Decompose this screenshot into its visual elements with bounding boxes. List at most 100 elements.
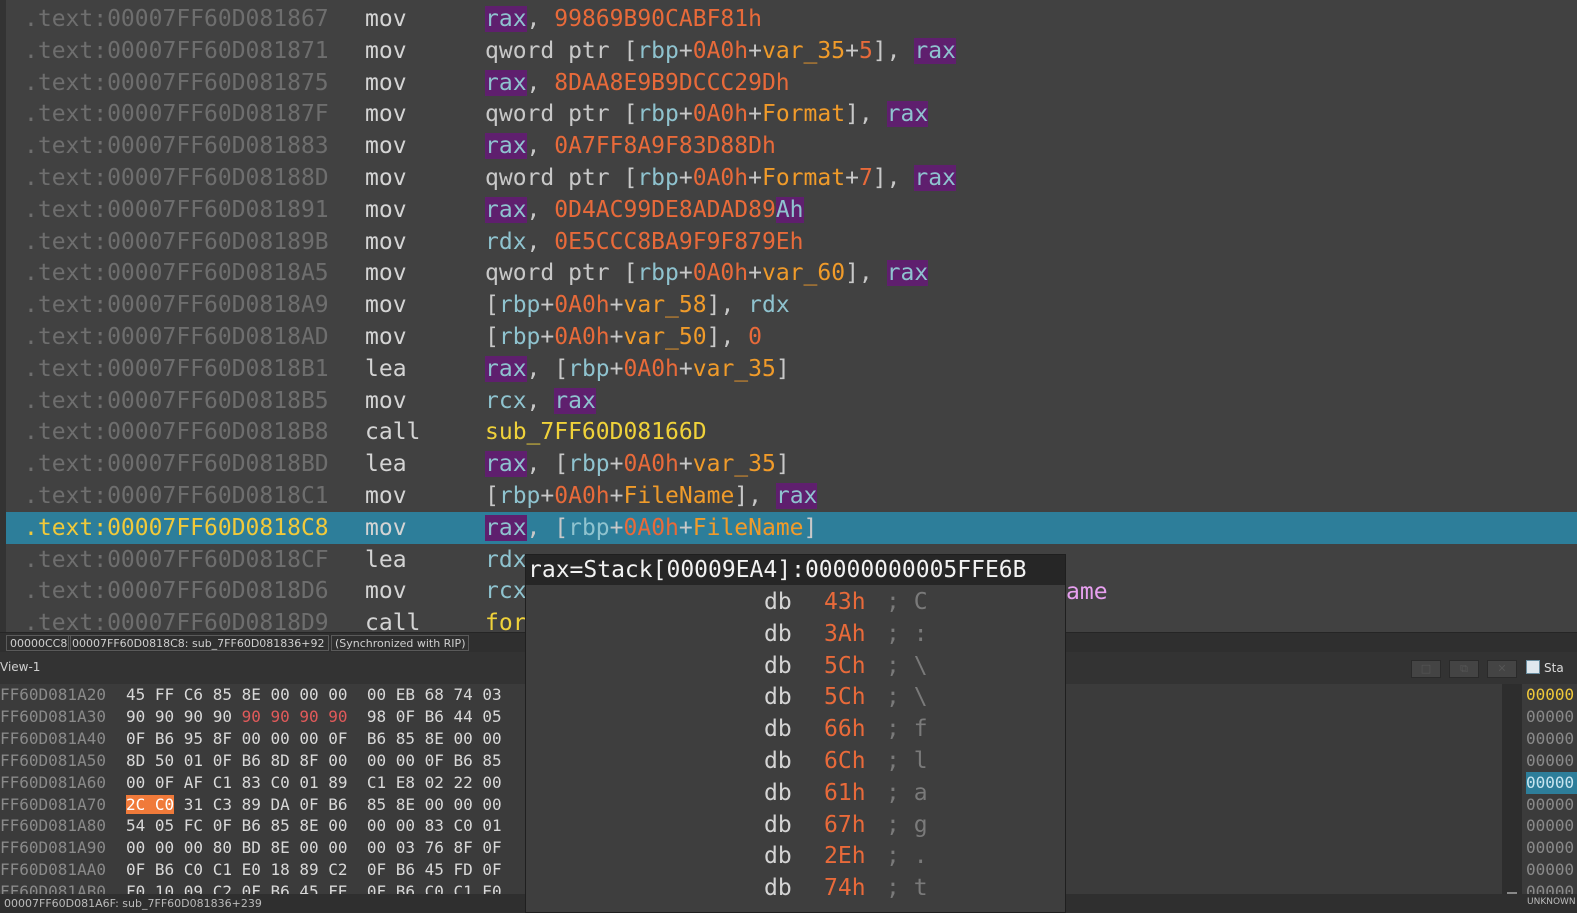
- asm-address[interactable]: .text:00007FF60D0818A9: [24, 289, 329, 321]
- asm-address[interactable]: .text:00007FF60D081867: [24, 3, 329, 35]
- hex-bytes[interactable]: 0F B6 C0 C1 E0 18 89 C2 0F B6 45 FD 0F: [126, 859, 502, 881]
- asm-mnemonic: lea: [365, 546, 407, 573]
- asm-address[interactable]: .text:00007FF60D0818C1: [24, 480, 329, 512]
- hex-bytes[interactable]: 0F B6 95 8F 00 00 00 0F B6 85 8E 00 00: [126, 728, 502, 750]
- stack-row[interactable]: 00000: [1526, 794, 1574, 816]
- asm-mnemonic: mov: [365, 133, 407, 160]
- asm-line[interactable]: .text:00007FF60D0818A9 mov [rbp+0A0h+var_5…: [6, 289, 1577, 321]
- asm-line[interactable]: .text:00007FF60D08187F mov qword ptr [rbp+…: [6, 98, 1577, 130]
- asm-line[interactable]: .text:00007FF60D08188D mov qword ptr [rbp+…: [6, 162, 1577, 194]
- operand-token: 0A0h: [623, 355, 679, 382]
- asm-line[interactable]: .text:00007FF60D0818BD lea rax, [rbp+0A0h+…: [6, 448, 1577, 480]
- asm-line[interactable]: .text:00007FF60D081871 mov qword ptr [rbp+…: [6, 35, 1577, 67]
- stack-row[interactable]: 00000: [1526, 815, 1574, 837]
- hex-bytes[interactable]: 2C C0 31 C3 89 DA 0F B6 85 8E 00 00 00: [126, 794, 502, 816]
- asm-address[interactable]: .text:00007FF60D0818AD: [24, 321, 329, 353]
- hex-byte-group[interactable]: 8D 50 01 0F B6 8D 8F 00 00 00 0F B6 85: [126, 751, 502, 770]
- hex-byte-group[interactable]: 00 00 00 80 BD 8E 00 00 00 03 76 8F 0F: [126, 838, 502, 857]
- asm-line[interactable]: .text:00007FF60D0818A5 mov qword ptr [rbp+…: [6, 257, 1577, 289]
- operand-token: +: [678, 355, 693, 382]
- hex-byte-group[interactable]: 0F B6 95 8F 00 00 00 0F B6 85 8E 00 00: [126, 729, 502, 748]
- restore-icon[interactable]: □: [1411, 660, 1441, 678]
- asm-address[interactable]: .text:00007FF60D0818BD: [24, 448, 329, 480]
- asm-line[interactable]: .text:00007FF60D081891 mov rax, 0D4AC99DE8…: [6, 194, 1577, 226]
- asm-address[interactable]: .text:00007FF60D0818A5: [24, 257, 329, 289]
- asm-address[interactable]: .text:00007FF60D0818B1: [24, 353, 329, 385]
- disassembly-view[interactable]: .text:00007FF60D081867 mov rax, 99869B90CA…: [0, 0, 1577, 632]
- asm-line[interactable]: .text:00007FF60D0818B8 call sub_7FF60D0816…: [6, 416, 1577, 448]
- hex-bytes[interactable]: 8D 50 01 0F B6 8D 8F 00 00 00 0F B6 85: [126, 750, 502, 772]
- operand-token: ],: [872, 165, 915, 191]
- register: rax: [914, 37, 956, 64]
- hint-directive: db: [764, 843, 792, 870]
- hex-bytes[interactable]: 00 00 00 80 BD 8E 00 00 00 03 76 8F 0F: [126, 837, 502, 859]
- asm-line[interactable]: .text:00007FF60D081875 mov rax, 8DAA8E9B9D…: [6, 67, 1577, 99]
- asm-address[interactable]: .text:00007FF60D08188D: [24, 162, 329, 194]
- asm-operands: qword ptr [rbp+0A0h+Format], rax: [485, 98, 929, 130]
- hex-bytes[interactable]: F0 10 09 C2 0F B6 45 FE 0F B6 C0 C1 E0: [126, 881, 502, 894]
- asm-line[interactable]: .text:00007FF60D08189B mov rdx, 0E5CCC8BA9…: [6, 226, 1577, 258]
- hex-bytes[interactable]: 54 05 FC 0F B6 85 8E 00 00 00 83 C0 01: [126, 815, 502, 837]
- function-reference[interactable]: sub_7FF60D08166D: [485, 419, 707, 445]
- asm-address[interactable]: .text:00007FF60D0818D9: [24, 607, 329, 632]
- tab-stack-view[interactable]: Sta: [1526, 660, 1564, 675]
- stack-row[interactable]: 00000: [1526, 771, 1577, 794]
- hex-bytes[interactable]: 00 0F AF C1 83 C0 01 89 C1 E8 02 22 00: [126, 772, 502, 794]
- register: rbp: [498, 483, 541, 509]
- asm-address[interactable]: .text:00007FF60D08187F: [24, 98, 329, 130]
- operand-token: +: [609, 355, 624, 382]
- asm-address[interactable]: .text:00007FF60D0818B8: [24, 416, 329, 448]
- asm-address[interactable]: .text:00007FF60D0818B5: [24, 385, 329, 417]
- hex-bytes[interactable]: 45 FF C6 85 8E 00 00 00 00 EB 68 74 03: [126, 684, 502, 706]
- asm-address[interactable]: .text:00007FF60D081871: [24, 35, 329, 67]
- asm-line[interactable]: .text:00007FF60D081883 mov rax, 0A7FF8A9F8…: [6, 130, 1577, 162]
- stack-row[interactable]: 00000: [1526, 728, 1574, 750]
- hint-row: db 74h ; t: [526, 872, 1065, 904]
- close-icon[interactable]: ✕: [1487, 660, 1517, 678]
- asm-mnemonic: mov: [365, 165, 407, 191]
- stack-row[interactable]: 00000: [1526, 684, 1574, 706]
- hex-byte-group[interactable]: 45 FF C6 85 8E 00 00 00 00 EB 68 74 03: [126, 685, 502, 704]
- asm-line[interactable]: .text:00007FF60D0818B5 mov rcx, rax: [6, 385, 1577, 417]
- asm-line[interactable]: .text:00007FF60D0818AD mov [rbp+0A0h+var_5…: [6, 321, 1577, 353]
- hex-byte-group[interactable]: 54 05 FC 0F B6 85 8E 00 00 00 83 C0 01: [126, 816, 502, 835]
- stack-view[interactable]: 00000 00000 00000 00000 00000 00000 00000 00000…: [1522, 684, 1577, 894]
- asm-operands: rax, [rbp+0A0h+var_35]: [485, 448, 790, 480]
- asm-line[interactable]: .text:00007FF60D081867 mov rax, 99869B90CA…: [6, 3, 1577, 35]
- asm-line-current[interactable]: .text:00007FF60D0818C8 mov rax, [rbp+0A0h+…: [6, 511, 1577, 544]
- register: rbp: [498, 292, 541, 319]
- asm-address[interactable]: .text:00007FF60D0818C8: [24, 512, 329, 544]
- asm-line[interactable]: .text:00007FF60D0818B1 lea rax, [rbp+0A0h+…: [6, 353, 1577, 385]
- asm-address[interactable]: .text:00007FF60D081891: [24, 194, 329, 226]
- hex-byte-group[interactable]: 31 C3 89 DA 0F B6 85 8E 00 00 00: [174, 795, 502, 814]
- asm-address[interactable]: .text:00007FF60D08189B: [24, 226, 329, 258]
- stack-row[interactable]: 00000: [1526, 837, 1574, 859]
- stack-row[interactable]: 00000: [1526, 750, 1574, 772]
- hex-byte-group[interactable]: F0 10 09 C2 0F B6 45 FE 0F B6 C0 C1 E0: [126, 882, 502, 894]
- float-icon[interactable]: ⧉: [1449, 660, 1479, 678]
- hint-comment: ; a: [886, 779, 928, 806]
- hex-bytes[interactable]: 90 90 90 90 90 90 90 90 98 0F B6 44 05: [126, 706, 502, 728]
- hint-comment: ; l: [886, 748, 928, 774]
- operand-token: 99869B90CABF81h: [554, 6, 762, 32]
- asm-address[interactable]: .text:00007FF60D081883: [24, 130, 329, 162]
- hex-byte-group[interactable]: 90 90 90 90: [126, 707, 242, 726]
- asm-line[interactable]: .text:00007FF60D0818C1 mov [rbp+0A0h+FileN…: [6, 480, 1577, 512]
- stack-row[interactable]: 00000: [1526, 706, 1574, 728]
- asm-address[interactable]: .text:00007FF60D081875: [24, 67, 329, 99]
- operand-token: ,: [526, 228, 555, 255]
- function-reference[interactable]: for: [485, 610, 527, 632]
- hex-byte-group[interactable]: 0F B6 C0 C1 E0 18 89 C2 0F B6 45 FD 0F: [126, 860, 502, 879]
- stack-row[interactable]: 00000: [1526, 859, 1574, 881]
- hex-byte-group[interactable]: 90 90 90 90: [242, 707, 348, 726]
- asm-address[interactable]: .text:00007FF60D0818D6: [24, 575, 329, 607]
- asm-address[interactable]: .text:00007FF60D0818CF: [24, 544, 329, 576]
- hex-byte-selected[interactable]: 2C C0: [126, 794, 175, 814]
- stack-row[interactable]: 00000: [1526, 881, 1574, 894]
- asm-operands: rdx, 0E5CCC8BA9F9F879Eh: [485, 226, 804, 258]
- operand-token: 0: [748, 324, 763, 350]
- hex-byte-group[interactable]: 98 0F B6 44 05: [348, 707, 502, 726]
- hex-view-scrollbar[interactable]: [1502, 684, 1522, 896]
- operand-token: 0A0h: [692, 37, 749, 64]
- hex-byte-group[interactable]: 00 0F AF C1 83 C0 01 89 C1 E8 02 22 00: [126, 773, 502, 792]
